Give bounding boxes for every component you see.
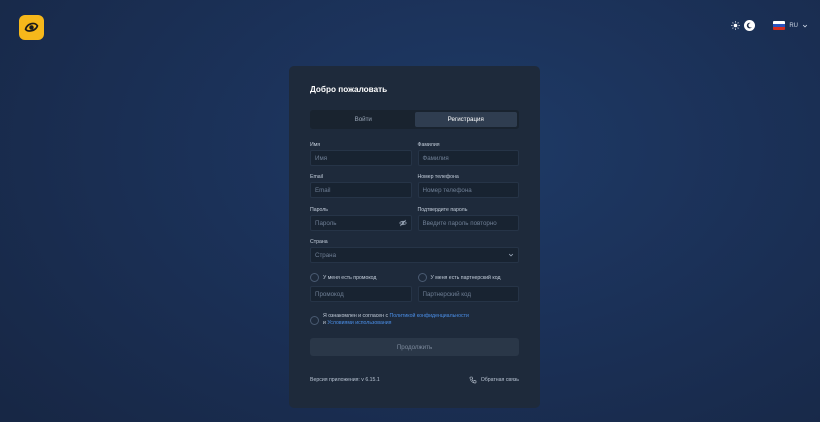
chevron-down-icon	[508, 253, 514, 257]
app-logo[interactable]	[19, 15, 44, 40]
terms-checkbox[interactable]	[310, 315, 319, 325]
partner-checkbox-row[interactable]: У меня есть партнерский код	[417, 273, 520, 282]
password-placeholder: Пароль	[315, 219, 337, 227]
tab-registration[interactable]: Регистрация	[414, 112, 517, 127]
phone-input[interactable]: Номер телефона	[417, 182, 519, 198]
partner-checkbox-label: У меня есть партнерский код	[430, 274, 501, 281]
terms-of-use-link[interactable]: Условиями использования	[327, 320, 391, 326]
page-title: Добро пожаловать	[310, 85, 388, 94]
email-input[interactable]: Email	[310, 182, 412, 198]
last-name-placeholder: Фамилия	[422, 154, 449, 162]
partner-code-placeholder: Партнерский код	[422, 290, 471, 298]
phone-icon	[469, 376, 477, 384]
registration-card: Добро пожаловать Войти Регистрация Имя И…	[289, 66, 540, 408]
card-footer: Версия приложения: v 6.15.1 Обратная свя…	[310, 376, 519, 384]
sun-icon[interactable]	[731, 21, 741, 30]
country-select[interactable]: Страна	[310, 247, 519, 263]
terms-text: Я ознакомлен и согласен с Политикой конф…	[323, 313, 469, 327]
language-code: RU	[789, 22, 798, 29]
password-confirm-placeholder: Введите пароль повторно	[422, 219, 497, 227]
moon-icon[interactable]	[744, 20, 756, 31]
partner-code-input[interactable]: Партнерский код	[417, 286, 519, 302]
eye-off-icon[interactable]	[398, 219, 407, 227]
phone-label: Номер телефона	[417, 174, 459, 180]
promo-input[interactable]: Промокод	[310, 286, 412, 302]
promo-checkbox-row[interactable]: У меня есть промокод	[310, 273, 412, 282]
auth-tabs: Войти Регистрация	[310, 110, 519, 129]
phone-placeholder: Номер телефона	[422, 186, 472, 194]
last-name-input[interactable]: Фамилия	[417, 150, 519, 166]
partner-checkbox[interactable]	[417, 273, 427, 282]
password-confirm-input[interactable]: Введите пароль повторно	[417, 215, 519, 231]
theme-toggle[interactable]	[731, 20, 756, 31]
promo-checkbox[interactable]	[310, 273, 319, 282]
promo-placeholder: Промокод	[315, 290, 344, 298]
chevron-down-icon	[802, 24, 808, 27]
privacy-policy-link[interactable]: Политикой конфиденциальности	[390, 313, 469, 319]
feedback-label: Обратная связь	[480, 377, 519, 383]
password-confirm-label: Подтвердите пароль	[417, 207, 468, 213]
eye-logo-icon	[24, 22, 39, 32]
tab-login[interactable]: Войти	[312, 112, 415, 127]
first-name-label: Имя	[310, 142, 321, 148]
first-name-input[interactable]: Имя	[310, 150, 412, 166]
language-selector[interactable]: RU	[773, 21, 808, 30]
email-label: Email	[310, 174, 323, 180]
last-name-label: Фамилия	[417, 142, 440, 148]
country-label: Страна	[310, 239, 328, 245]
password-input[interactable]: Пароль	[310, 215, 412, 231]
terms-row: Я ознакомлен и согласен с Политикой конф…	[310, 313, 519, 327]
continue-button[interactable]: Продолжить	[310, 338, 519, 356]
terms-conjunction: и	[323, 320, 326, 326]
app-version: Версия приложения: v 6.15.1	[310, 377, 380, 383]
terms-prefix: Я ознакомлен и согласен с	[323, 313, 389, 319]
russia-flag-icon	[773, 21, 786, 30]
promo-checkbox-label: У меня есть промокод	[323, 274, 377, 281]
email-placeholder: Email	[315, 186, 331, 194]
feedback-link[interactable]: Обратная связь	[469, 376, 519, 384]
password-label: Пароль	[310, 207, 328, 213]
first-name-placeholder: Имя	[315, 154, 328, 162]
country-placeholder: Страна	[315, 251, 337, 259]
